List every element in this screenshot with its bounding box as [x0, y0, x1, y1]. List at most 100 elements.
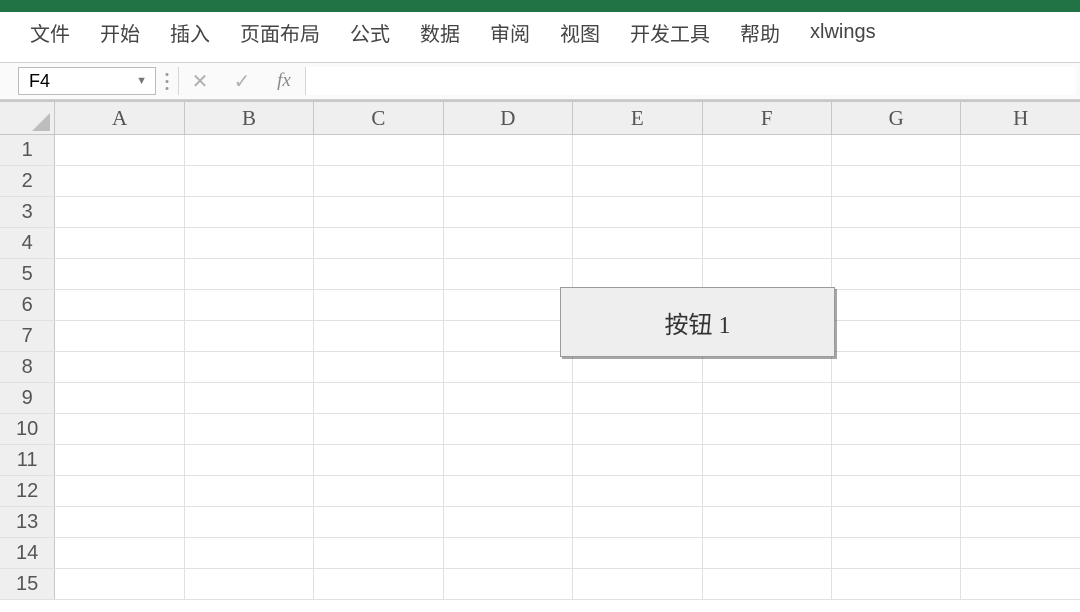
- ribbon-tab-insert[interactable]: 插入: [170, 18, 210, 47]
- cell[interactable]: [314, 290, 443, 320]
- cell[interactable]: [444, 538, 573, 568]
- cell[interactable]: [444, 290, 573, 320]
- cell[interactable]: [832, 383, 961, 413]
- cell[interactable]: [961, 166, 1080, 196]
- cell[interactable]: [832, 569, 961, 599]
- cell[interactable]: [444, 228, 573, 258]
- cell[interactable]: [185, 538, 314, 568]
- cell[interactable]: [703, 414, 832, 444]
- cell[interactable]: [444, 507, 573, 537]
- cell[interactable]: [185, 166, 314, 196]
- cell[interactable]: [832, 414, 961, 444]
- cell[interactable]: [832, 197, 961, 227]
- cell[interactable]: [573, 228, 702, 258]
- cell[interactable]: [961, 259, 1080, 289]
- cell[interactable]: [55, 476, 184, 506]
- row-header[interactable]: 12: [0, 476, 55, 506]
- cell[interactable]: [703, 383, 832, 413]
- row-header[interactable]: 14: [0, 538, 55, 568]
- cell[interactable]: [444, 414, 573, 444]
- col-header-B[interactable]: B: [185, 102, 314, 134]
- cell[interactable]: [573, 569, 702, 599]
- cell[interactable]: [185, 507, 314, 537]
- cell[interactable]: [703, 445, 832, 475]
- cell[interactable]: [832, 352, 961, 382]
- chevron-down-icon[interactable]: ▼: [136, 75, 147, 87]
- cell[interactable]: [185, 197, 314, 227]
- cell[interactable]: [444, 321, 573, 351]
- cell[interactable]: [961, 569, 1080, 599]
- cell[interactable]: [314, 538, 443, 568]
- cell[interactable]: [573, 507, 702, 537]
- cell[interactable]: [573, 383, 702, 413]
- cell[interactable]: [832, 259, 961, 289]
- cell[interactable]: [55, 352, 184, 382]
- cell[interactable]: [314, 569, 443, 599]
- ribbon-tab-review[interactable]: 审阅: [490, 18, 530, 47]
- cell[interactable]: [703, 259, 832, 289]
- row-header[interactable]: 1: [0, 135, 55, 165]
- cell[interactable]: [444, 383, 573, 413]
- row-header[interactable]: 7: [0, 321, 55, 351]
- form-button-1[interactable]: 按钮 1: [560, 287, 835, 357]
- col-header-E[interactable]: E: [573, 102, 702, 134]
- cell[interactable]: [573, 166, 702, 196]
- cell[interactable]: [961, 197, 1080, 227]
- cell[interactable]: [185, 476, 314, 506]
- cell[interactable]: [55, 290, 184, 320]
- cell[interactable]: [703, 538, 832, 568]
- cell[interactable]: [185, 383, 314, 413]
- cell[interactable]: [444, 259, 573, 289]
- cell[interactable]: [444, 445, 573, 475]
- cell[interactable]: [703, 228, 832, 258]
- cell[interactable]: [314, 507, 443, 537]
- col-header-G[interactable]: G: [832, 102, 961, 134]
- cell[interactable]: [573, 135, 702, 165]
- cell[interactable]: [961, 321, 1080, 351]
- cell[interactable]: [961, 538, 1080, 568]
- cell[interactable]: [185, 445, 314, 475]
- cell[interactable]: [961, 228, 1080, 258]
- ribbon-tab-formulas[interactable]: 公式: [350, 18, 390, 47]
- ribbon-tab-help[interactable]: 帮助: [740, 18, 780, 47]
- row-header[interactable]: 8: [0, 352, 55, 382]
- row-header[interactable]: 3: [0, 197, 55, 227]
- cell[interactable]: [573, 414, 702, 444]
- cell[interactable]: [832, 135, 961, 165]
- cell[interactable]: [55, 197, 184, 227]
- cell[interactable]: [961, 414, 1080, 444]
- cell[interactable]: [961, 290, 1080, 320]
- cell[interactable]: [55, 259, 184, 289]
- cell[interactable]: [703, 569, 832, 599]
- ribbon-tab-dev[interactable]: 开发工具: [630, 18, 710, 47]
- cell[interactable]: [703, 197, 832, 227]
- cell[interactable]: [832, 538, 961, 568]
- cell[interactable]: [444, 197, 573, 227]
- ribbon-tab-xlwings[interactable]: xlwings: [810, 21, 876, 44]
- cell[interactable]: [961, 383, 1080, 413]
- cell[interactable]: [314, 259, 443, 289]
- cell[interactable]: [832, 228, 961, 258]
- cell[interactable]: [185, 321, 314, 351]
- insert-function-icon[interactable]: fx: [263, 63, 305, 99]
- cell[interactable]: [961, 507, 1080, 537]
- cell[interactable]: [703, 476, 832, 506]
- worksheet-grid[interactable]: A B C D E F G H 123456789101112131415 按钮…: [0, 100, 1080, 600]
- cell[interactable]: [55, 228, 184, 258]
- row-header[interactable]: 11: [0, 445, 55, 475]
- row-header[interactable]: 9: [0, 383, 55, 413]
- name-box[interactable]: F4 ▼: [18, 67, 156, 95]
- cell[interactable]: [314, 228, 443, 258]
- cell[interactable]: [961, 352, 1080, 382]
- cell[interactable]: [703, 166, 832, 196]
- cell[interactable]: [314, 445, 443, 475]
- col-header-H[interactable]: H: [961, 102, 1080, 134]
- confirm-icon[interactable]: ✓: [221, 63, 263, 99]
- cell[interactable]: [314, 166, 443, 196]
- cell[interactable]: [185, 228, 314, 258]
- cell[interactable]: [573, 476, 702, 506]
- row-header[interactable]: 4: [0, 228, 55, 258]
- select-all-triangle-icon[interactable]: [0, 102, 55, 134]
- cell[interactable]: [832, 507, 961, 537]
- ribbon-tab-view[interactable]: 视图: [560, 18, 600, 47]
